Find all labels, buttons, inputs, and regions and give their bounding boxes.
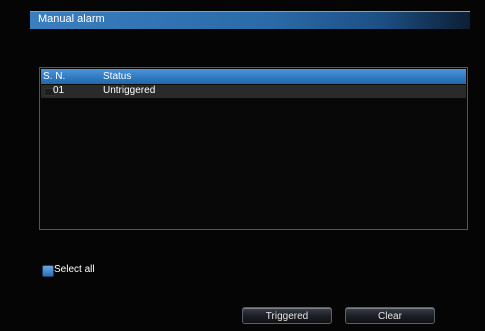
row-status: Untriggered — [103, 85, 156, 96]
triggered-button[interactable]: Triggered — [242, 307, 332, 324]
alarm-list: S. N. Status 01 Untriggered — [39, 67, 468, 230]
table-row[interactable]: 01 Untriggered — [41, 85, 466, 98]
checkbox-icon[interactable] — [42, 265, 54, 277]
clear-button[interactable]: Clear — [345, 307, 435, 324]
select-all-label: Select all — [54, 264, 95, 275]
list-header: S. N. Status — [41, 69, 466, 84]
row-sn: 01 — [53, 85, 65, 96]
window-title: Manual alarm — [38, 13, 105, 25]
column-header-status[interactable]: Status — [103, 71, 131, 82]
manual-alarm-window: Manual alarm S. N. Status 01 Untriggered… — [0, 0, 485, 331]
column-header-sn[interactable]: S. N. — [43, 71, 65, 82]
title-bar: Manual alarm — [30, 11, 470, 29]
